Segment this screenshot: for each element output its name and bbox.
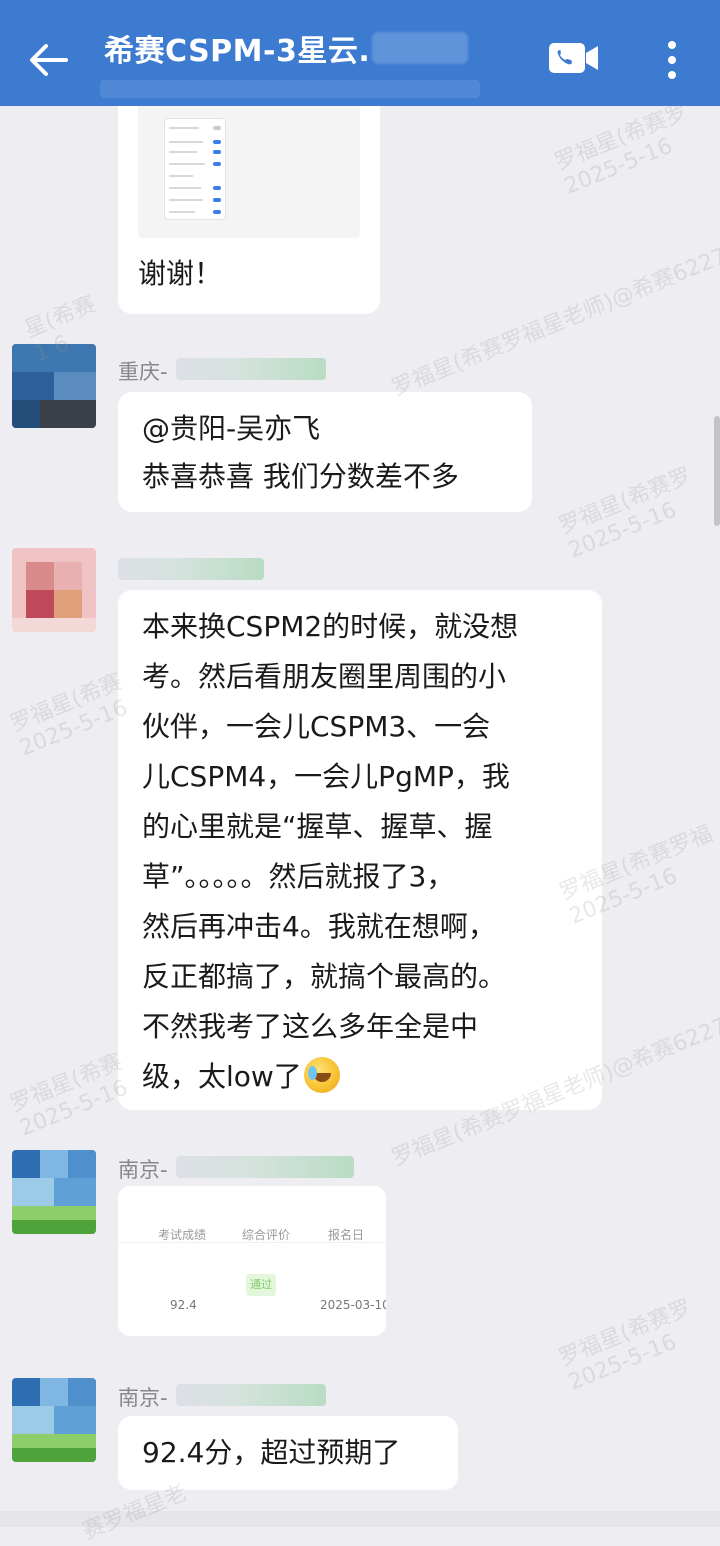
sender-name-blur [176,358,326,380]
message-line: 的心里就是“握草、握草、握 [142,810,493,843]
message-text: 谢谢！ [138,257,223,290]
sender-name: 南京- [118,1386,168,1410]
chat-header: 希赛CSPM-3星云. [0,0,720,106]
message-line: @贵阳-吴亦飞 [142,412,321,445]
message-line: 草”。。。。。然后就报了3， [142,860,455,893]
message-line: 本来换CSPM2的时候，就没想 [142,610,519,643]
score-table-image[interactable]: 考试成绩 综合评价 报名日 92.4 通过 2025-03-10 [118,1186,386,1336]
message-line: 考。然后看朋友圈里周围的小 [142,660,507,693]
table-header: 报名日 [328,1228,365,1242]
table-cell-score: 92.4 [170,1298,197,1312]
settings-screenshot-thumbnail[interactable] [138,102,360,238]
message-line: 不然我考了这么多年全是中 [142,1010,479,1043]
watermark: 罗福星(希赛罗 2025-5-16 [551,99,692,200]
message-line: 伙伴，一会儿CSPM3、一会 [142,710,491,743]
message-line: 92.4分，超过预期了 [142,1436,401,1469]
message-bubble[interactable]: 92.4分，超过预期了 [118,1416,458,1490]
table-cell-status-badge: 通过 [246,1274,276,1296]
avatar[interactable] [12,1150,96,1234]
sender-name: 重庆- [118,360,168,384]
sender-name-blur [176,1156,354,1178]
table-header: 考试成绩 [158,1228,207,1242]
title-blur [372,32,468,64]
message-line: 儿CSPM4，一会儿PgMP，我 [142,760,510,793]
message-line: 然后再冲击4。我就在想啊， [142,910,496,943]
bottom-edge [0,1511,720,1527]
table-cell-date: 2025-03-10 [320,1298,386,1312]
watermark: 罗福星(希赛罗 2025-5-16 [555,463,696,564]
message-bubble[interactable]: @贵阳-吴亦飞 恭喜恭喜 我们分数差不多 [118,392,532,512]
more-vertical-icon[interactable] [660,38,684,82]
message-line: 反正都搞了，就搞个最高的。 [142,960,507,993]
watermark: 罗福星(希赛 2025-5-16 [6,1049,132,1142]
chat-title[interactable]: 希赛CSPM-3星云. [104,26,370,70]
video-call-icon[interactable] [548,40,600,76]
back-arrow-icon[interactable] [26,38,70,82]
sender-name: 南京- [118,1158,168,1182]
message-bubble-image-thanks[interactable]: 谢谢！ [118,96,380,314]
avatar[interactable] [12,1378,96,1462]
watermark: 罗福星(希赛罗 2025-5-16 [555,1295,696,1396]
avatar[interactable] [12,344,96,428]
subtitle-blur [100,80,480,98]
message-bubble-long[interactable]: 本来换CSPM2的时候，就没想 考。然后看朋友圈里周围的小 伙伴，一会儿CSPM… [118,590,602,1110]
phone-settings-image [164,118,226,220]
crying-laughing-emoji-icon [303,1057,340,1093]
scrollbar[interactable] [714,416,720,526]
message-line: 级，太low了 [142,1060,302,1093]
watermark: 罗福星(希赛 2025-5-16 [6,669,132,762]
message-line: 恭喜恭喜 我们分数差不多 [142,460,459,493]
watermark: 罗福星(希赛罗福星老师)@希赛6227 [388,243,720,402]
sender-name-blur [118,558,264,580]
avatar[interactable] [12,548,96,632]
table-header: 综合评价 [242,1228,291,1242]
sender-name-blur [176,1384,326,1406]
